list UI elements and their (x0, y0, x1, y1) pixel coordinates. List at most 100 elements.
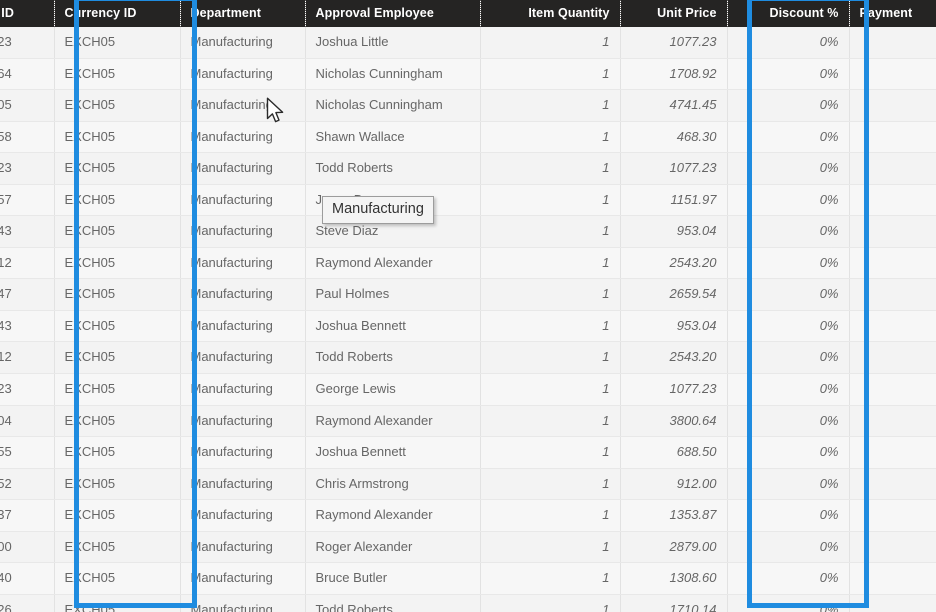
table-row[interactable]: 023EXCH05ManufacturingJoshua Little11077… (0, 27, 936, 59)
cell-transaction-id[interactable]: 057 (0, 184, 55, 217)
cell-item-quantity[interactable]: 1 (480, 184, 621, 217)
cell-currency-id[interactable]: EXCH05 (54, 594, 181, 612)
cell-transaction-id[interactable]: 004 (0, 405, 55, 438)
cell-payment[interactable] (849, 215, 936, 248)
cell-transaction-id[interactable]: 000 (0, 531, 55, 564)
cell-approval-employee[interactable]: Todd Roberts (305, 594, 481, 612)
cell-transaction-id[interactable]: 040 (0, 562, 55, 595)
cell-approval-employee[interactable]: George Lewis (305, 373, 481, 406)
table-row[interactable]: 052EXCH05ManufacturingChris Armstrong191… (0, 468, 936, 501)
cell-unit-price[interactable]: 4741.45 (620, 89, 728, 122)
cell-unit-price[interactable]: 3800.64 (620, 405, 728, 438)
cell-department[interactable]: Manufacturing (180, 436, 306, 469)
cell-approval-employee[interactable]: Chris Armstrong (305, 468, 481, 501)
table-scroll-container[interactable]: n IDCurrency IDDepartmentApproval Employ… (0, 0, 936, 612)
cell-department[interactable]: Manufacturing (180, 531, 306, 564)
cell-department[interactable]: Manufacturing (180, 58, 306, 91)
cell-currency-id[interactable]: EXCH05 (54, 184, 181, 217)
cell-approval-employee[interactable]: Raymond Alexander (305, 499, 481, 532)
cell-payment[interactable] (849, 405, 936, 438)
cell-department[interactable]: Manufacturing (180, 468, 306, 501)
cell-unit-price[interactable]: 1077.23 (620, 27, 728, 59)
cell-discount-pct[interactable]: 0% (727, 594, 850, 612)
cell-department[interactable]: Manufacturing (180, 278, 306, 311)
cell-department[interactable]: Manufacturing (180, 152, 306, 185)
cell-approval-employee[interactable]: Todd Roberts (305, 341, 481, 375)
cell-item-quantity[interactable]: 1 (480, 215, 621, 248)
cell-item-quantity[interactable]: 1 (480, 531, 621, 564)
cell-discount-pct[interactable]: 0% (727, 58, 850, 91)
cell-payment[interactable] (849, 341, 936, 375)
cell-currency-id[interactable]: EXCH05 (54, 562, 181, 595)
cell-department[interactable]: Manufacturing (180, 247, 306, 280)
table-row[interactable]: 023EXCH05ManufacturingTodd Roberts11077.… (0, 152, 936, 185)
cell-item-quantity[interactable]: 1 (480, 247, 621, 280)
cell-approval-employee[interactable]: Paul Holmes (305, 278, 481, 311)
cell-department[interactable]: Manufacturing (180, 341, 306, 375)
cell-unit-price[interactable]: 1710.14 (620, 594, 728, 612)
cell-unit-price[interactable]: 1151.97 (620, 184, 728, 217)
cell-payment[interactable] (849, 247, 936, 280)
cell-currency-id[interactable]: EXCH05 (54, 468, 181, 501)
cell-discount-pct[interactable]: 0% (727, 499, 850, 532)
cell-transaction-id[interactable]: 023 (0, 373, 55, 406)
cell-item-quantity[interactable]: 1 (480, 594, 621, 612)
cell-transaction-id[interactable]: 023 (0, 152, 55, 185)
cell-payment[interactable] (849, 310, 936, 343)
cell-currency-id[interactable]: EXCH05 (54, 152, 181, 185)
cell-currency-id[interactable]: EXCH05 (54, 278, 181, 311)
table-row[interactable]: 037EXCH05ManufacturingRaymond Alexander1… (0, 499, 936, 532)
cell-currency-id[interactable]: EXCH05 (54, 373, 181, 406)
column-header-unit-price[interactable]: Unit Price (620, 0, 728, 27)
cell-currency-id[interactable]: EXCH05 (54, 499, 181, 532)
cell-transaction-id[interactable]: 012 (0, 341, 55, 375)
cell-transaction-id[interactable]: 052 (0, 468, 55, 501)
column-header-item-quantity[interactable]: Item Quantity (480, 0, 621, 27)
cell-transaction-id[interactable]: 047 (0, 278, 55, 311)
cell-currency-id[interactable]: EXCH05 (54, 121, 181, 154)
cell-item-quantity[interactable]: 1 (480, 152, 621, 185)
cell-department[interactable]: Manufacturing (180, 562, 306, 595)
cell-discount-pct[interactable]: 0% (727, 436, 850, 469)
cell-discount-pct[interactable]: 0% (727, 468, 850, 501)
cell-approval-employee[interactable]: Raymond Alexander (305, 247, 481, 280)
cell-unit-price[interactable]: 1353.87 (620, 499, 728, 532)
cell-payment[interactable] (849, 152, 936, 185)
cell-item-quantity[interactable]: 1 (480, 468, 621, 501)
cell-discount-pct[interactable]: 0% (727, 215, 850, 248)
cell-item-quantity[interactable]: 1 (480, 58, 621, 91)
cell-transaction-id[interactable]: 058 (0, 121, 55, 154)
cell-discount-pct[interactable]: 0% (727, 341, 850, 375)
cell-payment[interactable] (849, 89, 936, 122)
table-row[interactable]: 040EXCH05ManufacturingBruce Butler11308.… (0, 562, 936, 595)
cell-unit-price[interactable]: 1077.23 (620, 152, 728, 185)
cell-transaction-id[interactable]: 043 (0, 310, 55, 343)
cell-currency-id[interactable]: EXCH05 (54, 341, 181, 375)
cell-unit-price[interactable]: 2543.20 (620, 247, 728, 280)
table-row[interactable]: 012EXCH05ManufacturingTodd Roberts12543.… (0, 341, 936, 375)
table-row[interactable]: 004EXCH05ManufacturingRaymond Alexander1… (0, 405, 936, 438)
table-row[interactable]: 023EXCH05ManufacturingGeorge Lewis11077.… (0, 373, 936, 406)
cell-payment[interactable] (849, 58, 936, 91)
cell-approval-employee[interactable]: Bruce Butler (305, 562, 481, 595)
cell-payment[interactable] (849, 499, 936, 532)
cell-transaction-id[interactable]: 055 (0, 436, 55, 469)
table-row[interactable]: 012EXCH05ManufacturingRaymond Alexander1… (0, 247, 936, 280)
cell-unit-price[interactable]: 953.04 (620, 215, 728, 248)
table-row[interactable]: 005EXCH05ManufacturingNicholas Cunningha… (0, 89, 936, 122)
cell-transaction-id[interactable]: 026 (0, 594, 55, 612)
table-row[interactable]: 000EXCH05ManufacturingRoger Alexander128… (0, 531, 936, 564)
cell-item-quantity[interactable]: 1 (480, 405, 621, 438)
cell-unit-price[interactable]: 2543.20 (620, 341, 728, 375)
cell-item-quantity[interactable]: 1 (480, 373, 621, 406)
cell-unit-price[interactable]: 688.50 (620, 436, 728, 469)
cell-department[interactable]: Manufacturing (180, 405, 306, 438)
cell-approval-employee[interactable]: Nicholas Cunningham (305, 89, 481, 122)
cell-item-quantity[interactable]: 1 (480, 310, 621, 343)
cell-transaction-id[interactable]: 023 (0, 27, 55, 59)
column-header-approval-employee[interactable]: Approval Employee (305, 0, 481, 27)
cell-approval-employee[interactable]: Todd Roberts (305, 152, 481, 185)
table-row[interactable]: 057EXCH05ManufacturingJason Duncan11151.… (0, 184, 936, 217)
cell-department[interactable]: Manufacturing (180, 310, 306, 343)
cell-discount-pct[interactable]: 0% (727, 121, 850, 154)
